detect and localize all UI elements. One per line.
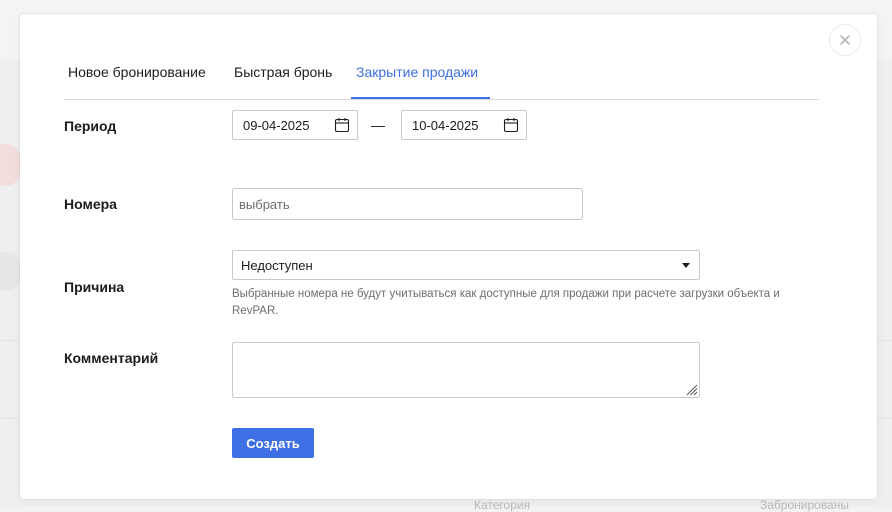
reason-label: Причина (64, 279, 125, 295)
resize-handle-icon[interactable] (684, 382, 698, 396)
close-sale-modal: Новое бронирование Быстрая бронь Закрыти… (20, 14, 877, 499)
reason-select[interactable]: Недоступен (232, 250, 700, 280)
background-badge-2 (0, 252, 20, 290)
tab-new-booking[interactable]: Новое бронирование (68, 64, 206, 80)
date-to-input[interactable]: 10-04-2025 (401, 110, 527, 140)
create-button[interactable]: Создать (232, 428, 314, 458)
calendar-icon[interactable] (503, 117, 519, 133)
rooms-select[interactable]: выбрать (232, 188, 583, 220)
comment-textarea[interactable] (232, 342, 700, 398)
tab-close-sale[interactable]: Закрытие продажи (356, 64, 478, 80)
background-badge (0, 144, 20, 186)
close-button[interactable] (829, 24, 861, 56)
reason-selected-value: Недоступен (241, 257, 313, 273)
background-column-header: Категория (474, 498, 531, 512)
rooms-placeholder: выбрать (239, 196, 290, 212)
tab-bar: Новое бронирование Быстрая бронь Закрыти… (64, 56, 819, 100)
tab-quick-booking[interactable]: Быстрая бронь (234, 64, 332, 80)
date-from-value: 09-04-2025 (243, 117, 310, 133)
reason-hint: Выбранные номера не будут учитываться ка… (232, 288, 780, 317)
calendar-icon[interactable] (334, 117, 350, 133)
date-to-value: 10-04-2025 (412, 117, 479, 133)
active-tab-indicator (351, 97, 490, 99)
date-from-input[interactable]: 09-04-2025 (232, 110, 358, 140)
background-column-header-2: Забронированы (760, 498, 849, 512)
period-label: Период (64, 118, 117, 134)
rooms-label: Номера (64, 196, 117, 212)
close-icon (840, 35, 850, 45)
date-range-separator: — (371, 117, 385, 133)
chevron-down-icon (682, 263, 690, 268)
comment-label: Комментарий (64, 350, 159, 366)
